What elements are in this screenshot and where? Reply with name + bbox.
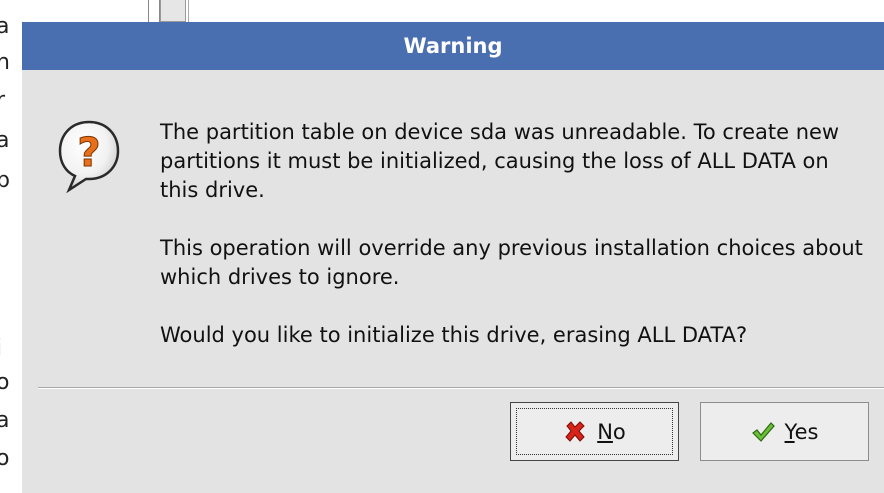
bg-char: o [0, 446, 10, 471]
svg-text:?: ? [77, 130, 100, 176]
yes-button[interactable]: Yes [700, 402, 869, 461]
message-paragraph: The partition table on device sda was un… [160, 120, 840, 202]
focus-ring [516, 408, 673, 455]
background-divider [188, 0, 199, 22]
dialog-titlebar[interactable]: Warning [22, 22, 884, 70]
bg-char: p [0, 168, 10, 193]
bg-char: i [0, 338, 2, 360]
bg-char: a [0, 128, 10, 153]
message-paragraph: This operation will override any previou… [160, 236, 863, 289]
warning-dialog: Warning ? The partition table on device … [22, 22, 884, 493]
no-button[interactable]: No [510, 402, 679, 461]
message-paragraph: Would you like to initialize this drive,… [160, 323, 748, 347]
green-checkmark-icon [751, 420, 775, 444]
bg-char: a [0, 14, 10, 39]
background-scroll-button [160, 0, 186, 22]
bg-char: o [0, 370, 10, 395]
dialog-title: Warning [403, 34, 503, 58]
background-text-fragments: a n r a p i o a o [0, 0, 20, 493]
bg-char: r [0, 88, 6, 113]
yes-button-label: Yes [784, 419, 819, 444]
dialog-message: The partition table on device sda was un… [160, 118, 870, 379]
bg-char: n [0, 50, 10, 75]
bg-char: a [0, 408, 10, 433]
button-separator [38, 387, 884, 389]
background-splitter [148, 0, 160, 22]
question-bubble-icon: ? [56, 119, 122, 194]
